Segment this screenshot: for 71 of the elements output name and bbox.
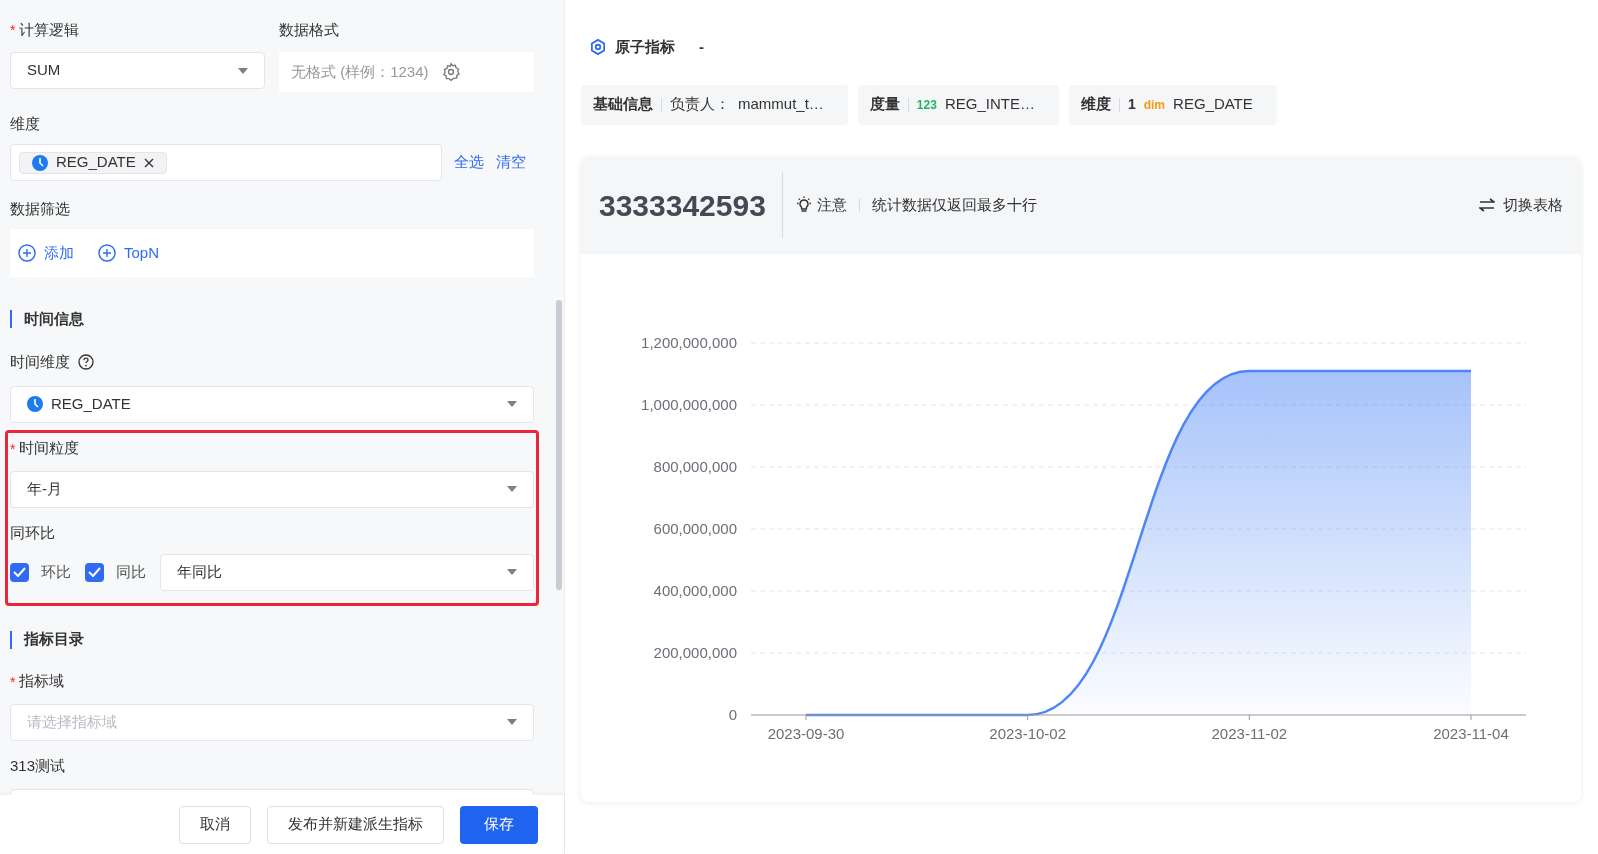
close-icon[interactable] — [143, 157, 154, 168]
type-label: 123 — [916, 96, 937, 114]
x-tick-label: 2023-10-02 — [989, 724, 1067, 742]
y-tick-label: 1,200,000,000 — [641, 333, 737, 351]
caret-icon — [507, 719, 517, 725]
field-label: 维度 — [10, 113, 40, 134]
y-tick-label: 600,000,000 — [653, 519, 737, 537]
add-filter-button[interactable]: 添加 — [18, 241, 74, 265]
required-mark: * — [10, 672, 16, 692]
lightbulb-icon — [794, 196, 813, 214]
x-tick-label: 2023-11-02 — [1211, 724, 1288, 742]
y-tick-label: 800,000,000 — [653, 457, 737, 475]
select-field[interactable]: 年-月 — [10, 470, 534, 508]
field-label: 计算逻辑 — [19, 19, 80, 40]
y-tick-label: 400,000,000 — [653, 581, 737, 599]
checkbox-label: 环比 — [41, 561, 71, 582]
dimension-field[interactable]: REG_DATE — [10, 144, 442, 181]
notice-label: 注意 — [816, 194, 847, 215]
total-value: 3333342593 — [599, 187, 767, 224]
caret-icon — [507, 569, 517, 575]
field-label: 数据格式 — [279, 19, 339, 40]
footer-button[interactable]: 保存 — [460, 805, 538, 844]
y-tick-label: 1,000,000,000 — [641, 395, 737, 413]
scrollbar[interactable] — [556, 300, 562, 590]
check-icon — [13, 567, 26, 577]
type-label: dim — [1143, 96, 1166, 114]
dimension-tag[interactable]: REG_DATE — [19, 151, 167, 174]
field-label: 指标域 — [19, 671, 65, 692]
info-chip: 基础信息 负责人： mammut_t… — [581, 84, 848, 125]
footer-button[interactable]: 发布并新建派生指标 — [267, 805, 444, 844]
y-tick-label: 0 — [728, 705, 737, 723]
check-icon — [88, 567, 101, 577]
section-title: 指标目录 — [24, 629, 84, 650]
field-label: 数据筛选 — [10, 198, 70, 219]
link[interactable]: 全选 — [454, 151, 484, 174]
plus-circle-icon — [98, 244, 116, 262]
caret-icon — [238, 67, 248, 74]
section-title: 时间信息 — [24, 308, 84, 329]
footer-button[interactable]: 取消 — [179, 805, 251, 844]
help-icon[interactable] — [78, 354, 94, 371]
add-filter-button[interactable]: TopN — [98, 241, 160, 265]
x-tick-label: 2023-11-04 — [1433, 724, 1509, 742]
select-field[interactable]: REG_DATE — [10, 385, 534, 423]
checkbox[interactable] — [85, 562, 104, 582]
required-mark: * — [10, 439, 16, 459]
clock-icon — [27, 396, 43, 412]
checkbox[interactable] — [10, 562, 29, 582]
field-label: 时间粒度 — [19, 438, 80, 459]
select-field[interactable]: SUM — [10, 52, 265, 89]
title-suffix: - — [699, 37, 704, 57]
switch-table-button[interactable]: 切换表格 — [1479, 193, 1563, 217]
settings-icon[interactable] — [440, 62, 461, 82]
info-chip: 维度 1 dim REG_DATE — [1068, 84, 1277, 125]
clock-icon — [32, 154, 48, 171]
notice-text: 统计数据仅返回最多十行 — [871, 194, 1037, 215]
preview-title: 原子指标 — [615, 37, 675, 57]
info-chip: 度量 123 REG_INTE… — [857, 84, 1059, 125]
plus-circle-icon — [18, 244, 36, 262]
link[interactable]: 清空 — [496, 151, 526, 174]
field-label: 时间维度 — [10, 352, 70, 372]
caret-icon — [507, 401, 517, 407]
field-label: 同环比 — [10, 523, 55, 544]
checkbox-label: 同比 — [116, 561, 146, 582]
required-mark: * — [10, 21, 16, 40]
swap-icon — [1479, 198, 1495, 212]
x-tick-label: 2023-09-30 — [767, 724, 845, 742]
gear-icon — [589, 38, 607, 57]
field-label: 313测试 — [10, 756, 66, 777]
y-tick-label: 200,000,000 — [653, 643, 737, 661]
caret-icon — [507, 486, 517, 492]
select-field[interactable]: 年同比 — [160, 553, 534, 591]
